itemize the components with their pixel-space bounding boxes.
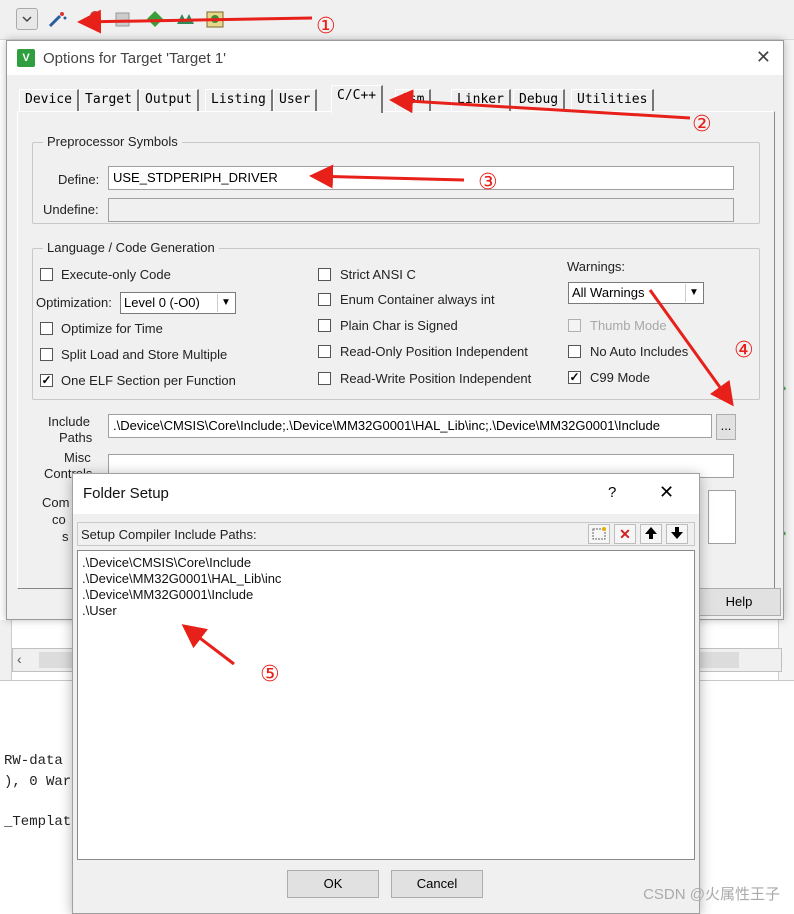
annotation-arrows (77, 9, 734, 666)
watermark: CSDN @火属性王子 (643, 886, 780, 903)
annotation-2: ② (692, 112, 712, 137)
tab-c-cpp[interactable]: C/C++ (331, 85, 384, 113)
arrow-4 (648, 289, 734, 407)
arrow-2 (389, 89, 691, 120)
annotation-1: ① (316, 14, 336, 39)
arrow-3 (309, 164, 465, 189)
annotation-4: ④ (734, 338, 754, 363)
arrow-1 (77, 9, 313, 34)
annotation-5: ⑤ (260, 662, 280, 687)
arrow-5 (181, 624, 235, 666)
annotation-3: ③ (478, 170, 498, 195)
